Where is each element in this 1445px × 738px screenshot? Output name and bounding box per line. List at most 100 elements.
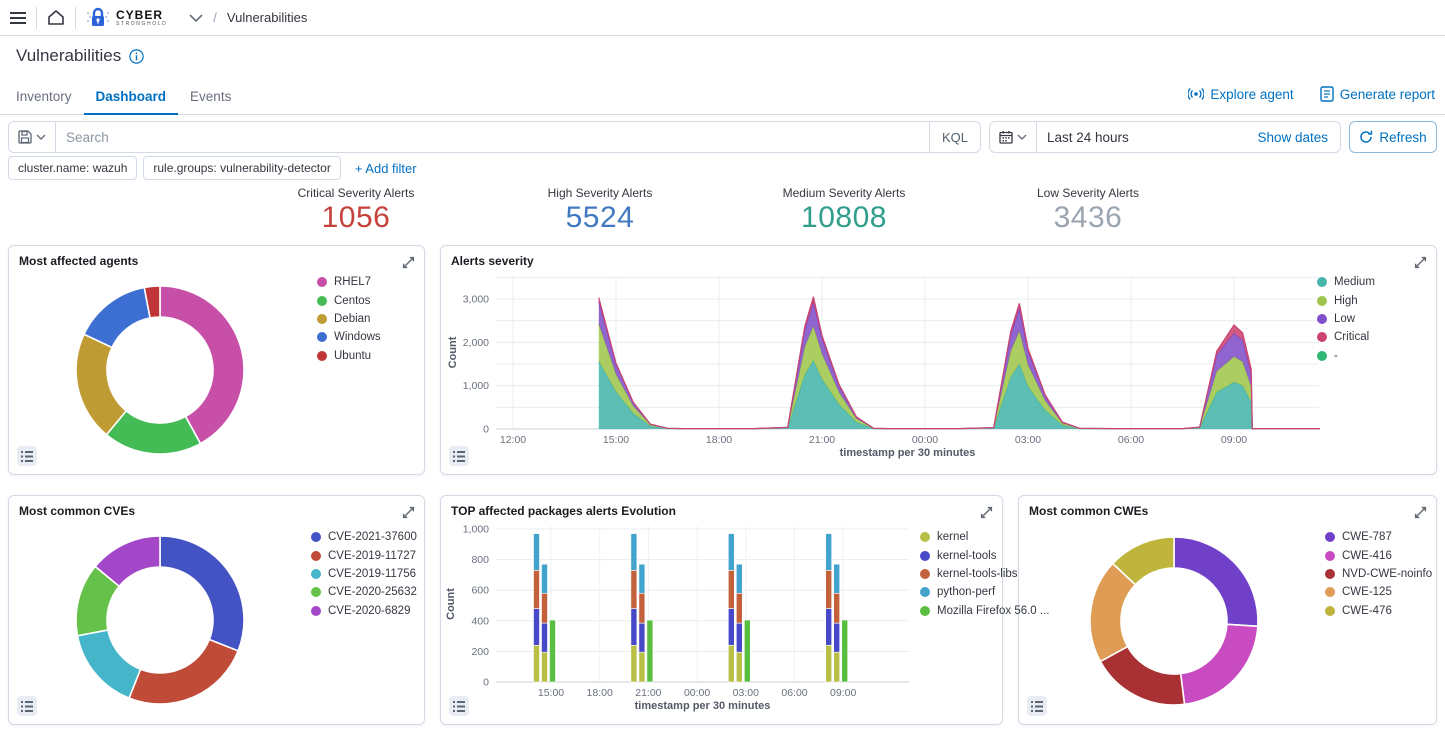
bar-segment-kernel[interactable] xyxy=(542,652,548,682)
info-icon[interactable] xyxy=(129,49,144,64)
legend-item[interactable]: kernel-tools-libs xyxy=(920,565,1049,583)
bar-segment-Mozilla Firefox 56.0 ...[interactable] xyxy=(647,620,653,682)
legend-item[interactable]: CVE-2019-11727 xyxy=(311,546,417,564)
bar-segment-python-perf[interactable] xyxy=(542,564,548,593)
legend-item[interactable]: High xyxy=(1317,291,1375,309)
bar-segment-kernel-tools[interactable] xyxy=(631,609,637,646)
kql-button[interactable]: KQL xyxy=(929,122,980,152)
calendar-button[interactable] xyxy=(990,122,1037,152)
legend-item[interactable]: python-perf xyxy=(920,583,1049,601)
bar-segment-kernel-tools-libs[interactable] xyxy=(639,593,645,623)
bar-segment-python-perf[interactable] xyxy=(834,564,840,593)
legend-item[interactable]: - xyxy=(1317,347,1375,365)
add-filter-button[interactable]: + Add filter xyxy=(355,161,417,176)
legend-item[interactable]: CWE-476 xyxy=(1325,602,1432,620)
legend-item[interactable]: CVE-2021-37600 xyxy=(311,528,417,546)
expand-panel-button[interactable] xyxy=(978,504,994,520)
bar-segment-python-perf[interactable] xyxy=(631,534,637,571)
legend-item[interactable]: CWE-416 xyxy=(1325,546,1432,564)
bar-segment-python-perf[interactable] xyxy=(736,564,742,593)
donut-slice-CVE-2019-11727[interactable] xyxy=(129,640,238,704)
legend-item[interactable]: CVE-2019-11756 xyxy=(311,565,417,583)
legend-item[interactable]: NVD-CWE-noinfo xyxy=(1325,565,1432,583)
bar-segment-kernel[interactable] xyxy=(631,645,637,682)
bar-segment-kernel-tools[interactable] xyxy=(639,623,645,652)
bar-segment-kernel-tools[interactable] xyxy=(728,609,734,646)
bar-segment-kernel[interactable] xyxy=(736,652,742,682)
legend-item[interactable]: kernel-tools xyxy=(920,546,1049,564)
legend-item[interactable]: Low xyxy=(1317,310,1375,328)
bar-segment-kernel-tools[interactable] xyxy=(834,623,840,652)
tab-inventory[interactable]: Inventory xyxy=(4,80,84,115)
bar-segment-kernel-tools-libs[interactable] xyxy=(542,593,548,623)
bar-segment-kernel-tools-libs[interactable] xyxy=(826,570,832,608)
bar-segment-python-perf[interactable] xyxy=(534,534,540,571)
bar-segment-kernel[interactable] xyxy=(826,645,832,682)
home-icon[interactable] xyxy=(47,9,65,26)
menu-icon[interactable] xyxy=(10,11,26,25)
bar-segment-kernel-tools[interactable] xyxy=(736,623,742,652)
cyber-stronghold-logo[interactable]: CYBER STRONGHOLD xyxy=(86,7,167,29)
legend-item[interactable]: CWE-125 xyxy=(1325,583,1432,601)
bar-segment-kernel[interactable] xyxy=(639,652,645,682)
legend-item[interactable]: Centos xyxy=(317,291,381,309)
axis-label: 0 xyxy=(483,424,489,436)
explore-agent-button[interactable]: Explore agent xyxy=(1188,86,1293,102)
filter-pill[interactable]: rule.groups: vulnerability-detector xyxy=(143,156,340,180)
donut-slice-CWE-416[interactable] xyxy=(1181,624,1258,704)
donut-slice-CWE-787[interactable] xyxy=(1174,537,1258,626)
legend-item[interactable]: RHEL7 xyxy=(317,273,381,291)
legend-toggle-button[interactable] xyxy=(17,696,37,716)
bar-segment-kernel-tools-libs[interactable] xyxy=(728,570,734,608)
bar-segment-kernel-tools[interactable] xyxy=(534,609,540,646)
generate-report-button[interactable]: Generate report xyxy=(1320,86,1435,102)
bar-segment-python-perf[interactable] xyxy=(826,534,832,571)
donut-slice-CVE-2021-37600[interactable] xyxy=(160,536,244,651)
legend-item[interactable]: Debian xyxy=(317,310,381,328)
donut-slice-RHEL7[interactable] xyxy=(160,286,244,444)
bar-segment-Mozilla Firefox 56.0 ...[interactable] xyxy=(744,620,750,682)
bar-segment-kernel-tools-libs[interactable] xyxy=(631,570,637,608)
time-range-value[interactable]: Last 24 hours xyxy=(1037,130,1245,145)
legend-item[interactable]: Ubuntu xyxy=(317,347,381,365)
bar-segment-Mozilla Firefox 56.0 ...[interactable] xyxy=(842,620,848,682)
bar-segment-kernel[interactable] xyxy=(834,652,840,682)
bar-segment-kernel[interactable] xyxy=(728,645,734,682)
chevron-down-icon[interactable] xyxy=(189,14,203,22)
show-dates-button[interactable]: Show dates xyxy=(1245,130,1340,145)
search-input[interactable] xyxy=(56,130,929,145)
legend-item[interactable]: Medium xyxy=(1317,273,1375,291)
expand-panel-button[interactable] xyxy=(400,504,416,520)
bar-segment-kernel-tools[interactable] xyxy=(826,609,832,646)
filter-pill[interactable]: cluster.name: wazuh xyxy=(8,156,137,180)
bar-segment-kernel-tools-libs[interactable] xyxy=(736,593,742,623)
legend-toggle-button[interactable] xyxy=(449,446,469,466)
legend-item[interactable]: kernel xyxy=(920,528,1049,546)
legend-item[interactable]: CVE-2020-25632 xyxy=(311,583,417,601)
bar-segment-python-perf[interactable] xyxy=(639,564,645,593)
legend-item[interactable]: Windows xyxy=(317,328,381,346)
donut-slice-Debian[interactable] xyxy=(76,334,126,434)
legend-item[interactable]: Critical xyxy=(1317,328,1375,346)
saved-queries-button[interactable] xyxy=(9,122,56,152)
legend-toggle-button[interactable] xyxy=(1027,696,1047,716)
bar-segment-kernel[interactable] xyxy=(534,645,540,682)
donut-slice-Windows[interactable] xyxy=(84,287,150,347)
bar-segment-kernel-tools-libs[interactable] xyxy=(534,570,540,608)
bar-segment-Mozilla Firefox 56.0 ...[interactable] xyxy=(550,620,556,682)
legend-toggle-button[interactable] xyxy=(17,446,37,466)
legend-item[interactable]: CVE-2020-6829 xyxy=(311,602,417,620)
legend-item[interactable]: Mozilla Firefox 56.0 ... xyxy=(920,602,1049,620)
legend-item[interactable]: CWE-787 xyxy=(1325,528,1432,546)
expand-panel-button[interactable] xyxy=(1412,504,1428,520)
legend-toggle-button[interactable] xyxy=(449,696,469,716)
tab-dashboard[interactable]: Dashboard xyxy=(84,80,179,115)
bar-segment-python-perf[interactable] xyxy=(728,534,734,571)
expand-panel-button[interactable] xyxy=(400,254,416,270)
donut-slice-CVE-2019-11756[interactable] xyxy=(77,630,140,698)
bar-segment-kernel-tools-libs[interactable] xyxy=(834,593,840,623)
bar-segment-kernel-tools[interactable] xyxy=(542,623,548,652)
expand-panel-button[interactable] xyxy=(1412,254,1428,270)
refresh-button[interactable]: Refresh xyxy=(1349,121,1437,153)
tab-events[interactable]: Events xyxy=(178,80,243,115)
